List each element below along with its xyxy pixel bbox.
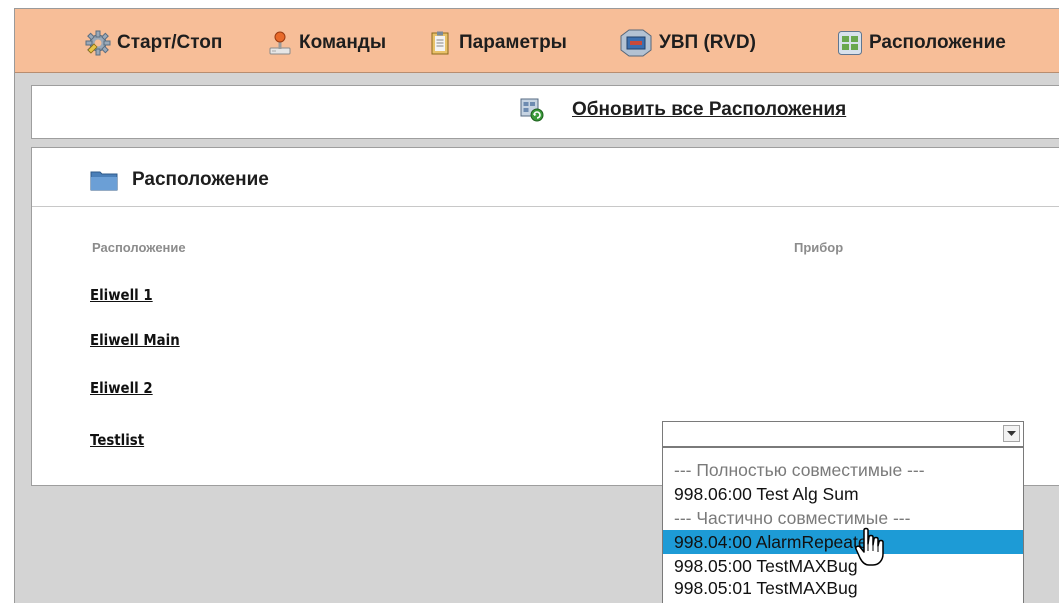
refresh-label: Обновить все Расположения [572, 99, 847, 120]
location-link-eliwell-main[interactable]: Eliwell Main [90, 331, 180, 349]
main-toolbar: Старт/Стоп Команды Параметры УВП (RVD) Р… [15, 9, 1059, 73]
device-select[interactable] [662, 421, 1024, 447]
toolbar-item-label: УВП (RVD) [659, 32, 756, 53]
clipboard-icon [427, 30, 453, 56]
page-margin [0, 0, 14, 603]
toolbar-item-label: Расположение [869, 32, 1006, 53]
gear-icon [85, 30, 111, 56]
toolbar-commands[interactable]: Команды [267, 31, 386, 55]
device-option[interactable]: 998.05:01 TestMAXBug [663, 576, 1023, 600]
section-title: Расположение [90, 169, 269, 191]
column-header-location: Расположение [92, 240, 186, 255]
option-group-partial: --- Частично совместимые --- [674, 508, 911, 528]
refresh-grid-icon [520, 98, 544, 122]
toolbar-rvd[interactable]: УВП (RVD) [619, 28, 756, 58]
toolbar-item-label: Старт/Стоп [117, 32, 223, 53]
refresh-panel: Обновить все Расположения [31, 85, 1059, 139]
option-group-full: --- Полностью совместимые --- [674, 460, 925, 480]
refresh-all-locations-link[interactable]: Обновить все Расположения [520, 98, 846, 122]
device-dropdown-list: --- Полностью совместимые --- 998.06:00 … [662, 447, 1024, 603]
monitor-icon [619, 28, 653, 58]
toolbar-start-stop[interactable]: Старт/Стоп [85, 30, 223, 56]
toolbar-item-label: Команды [299, 32, 387, 53]
toolbar-location[interactable]: Расположение [837, 31, 1006, 55]
section-header: Расположение [32, 148, 1059, 207]
toolbar-item-label: Параметры [459, 32, 567, 53]
device-option-highlighted[interactable]: 998.04:00 AlarmRepeater [663, 530, 1023, 554]
joystick-icon [267, 30, 293, 56]
location-link-eliwell-2[interactable]: Eliwell 2 [90, 379, 153, 397]
location-link-eliwell-1[interactable]: Eliwell 1 [90, 286, 153, 304]
device-option[interactable]: 998.05:00 TestMAXBug [663, 554, 1023, 578]
location-link-testlist[interactable]: Testlist [90, 431, 144, 449]
chevron-down-icon[interactable] [1003, 425, 1020, 442]
app-window: Старт/Стоп Команды Параметры УВП (RVD) Р… [14, 8, 1059, 603]
column-header-device: Прибор [794, 240, 844, 255]
folder-icon [90, 169, 118, 191]
device-option[interactable]: 998.06:00 Test Alg Sum [663, 482, 1023, 506]
layout-grid-icon [837, 30, 863, 56]
section-title-label: Расположение [132, 169, 269, 190]
toolbar-parameters[interactable]: Параметры [427, 31, 567, 55]
